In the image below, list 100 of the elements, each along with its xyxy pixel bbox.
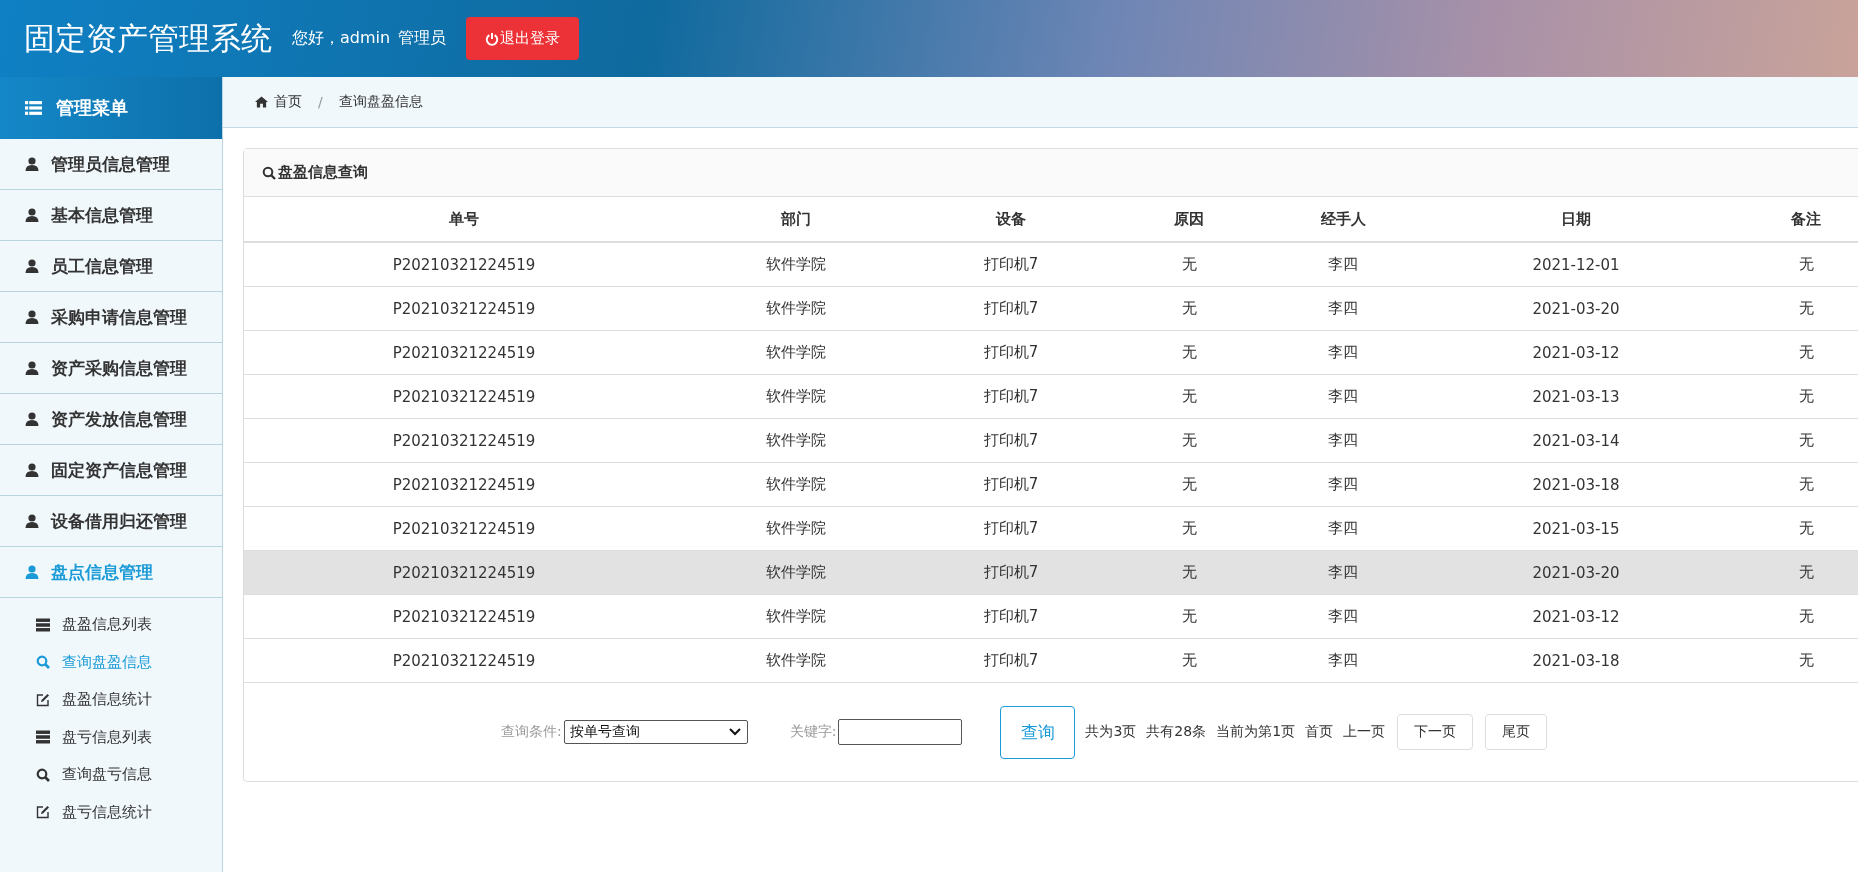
table-cell: 无 [1114, 638, 1264, 683]
table-cell: 无 [1114, 242, 1264, 287]
submenu-item[interactable]: 盘亏信息统计 [0, 793, 222, 831]
next-page-button[interactable]: 下一页 [1397, 714, 1474, 750]
panel-title: 盘盈信息查询 [278, 163, 368, 182]
table-cell: 无 [1114, 506, 1264, 551]
table-cell: 2021-03-14 [1422, 418, 1730, 463]
table-cell: 无 [1114, 418, 1264, 463]
menu-item[interactable]: 设备借用归还管理 [0, 496, 222, 547]
user-icon [25, 514, 39, 528]
keyword-label: 关键字: [789, 723, 837, 741]
table-cell: 无 [1730, 330, 1858, 375]
table-cell: 软件学院 [684, 242, 908, 287]
table-cell: 打印机7 [908, 418, 1114, 463]
user-icon [25, 259, 39, 273]
condition-label: 查询条件: [501, 723, 562, 741]
table-cell: 李四 [1264, 462, 1422, 507]
table-cell: 无 [1730, 550, 1858, 595]
table-cell: 李四 [1264, 418, 1422, 463]
menu-item[interactable]: 管理员信息管理 [0, 139, 222, 190]
table-cell: 软件学院 [684, 286, 908, 331]
keyword-field[interactable] [838, 719, 963, 745]
app-title: 固定资产管理系统 [24, 18, 272, 58]
total-records-text: 共有28条 [1146, 723, 1207, 741]
user-icon [25, 208, 39, 222]
edit-icon [36, 692, 50, 707]
submenu-item[interactable]: 盘亏信息列表 [0, 718, 222, 756]
current-page-text: 当前为第1页 [1216, 723, 1296, 741]
table-cell: 软件学院 [684, 330, 908, 375]
table-cell: 无 [1114, 594, 1264, 639]
table-cell: P20210321224519 [244, 462, 684, 507]
menu-item[interactable]: 基本信息管理 [0, 190, 222, 241]
table-cell: 李四 [1264, 286, 1422, 331]
table-cell: 软件学院 [684, 594, 908, 639]
table-cell: 无 [1730, 242, 1858, 287]
search-icon [262, 165, 276, 180]
role-text: 管理员 [398, 28, 447, 49]
table-cell: 打印机7 [908, 506, 1114, 551]
table-cell: 打印机7 [908, 242, 1114, 287]
table-cell: 李四 [1264, 374, 1422, 419]
power-icon [485, 31, 500, 46]
greeting-text: 您好，admin [292, 28, 391, 49]
table-cell: 打印机7 [908, 374, 1114, 419]
table-cell: 李四 [1264, 506, 1422, 551]
table-cell: 2021-03-12 [1422, 594, 1730, 639]
user-icon [25, 157, 39, 171]
list-icon [36, 730, 50, 745]
menu-item[interactable]: 员工信息管理 [0, 241, 222, 292]
table-cell: P20210321224519 [244, 330, 684, 375]
table-cell: 软件学院 [684, 506, 908, 551]
table-cell: 无 [1730, 638, 1858, 683]
breadcrumb-current: 查询盘盈信息 [338, 93, 423, 111]
menu-item[interactable]: 资产采购信息管理 [0, 343, 222, 394]
prev-page-link[interactable]: 上一页 [1343, 723, 1386, 741]
table-cell: 2021-03-13 [1422, 374, 1730, 419]
table-cell: 无 [1730, 286, 1858, 331]
table-cell: P20210321224519 [244, 418, 684, 463]
table-cell: P20210321224519 [244, 594, 684, 639]
table-cell: 无 [1114, 286, 1264, 331]
table-cell: 2021-03-18 [1422, 462, 1730, 507]
table-cell: 2021-03-12 [1422, 330, 1730, 375]
table-cell: 2021-12-01 [1422, 242, 1730, 287]
table-cell: 无 [1114, 374, 1264, 419]
table-cell: P20210321224519 [244, 638, 684, 683]
table-cell: 无 [1730, 418, 1858, 463]
user-icon [25, 412, 39, 426]
breadcrumb-separator: / [318, 94, 323, 110]
home-icon [255, 96, 268, 108]
table-cell: 打印机7 [908, 462, 1114, 507]
table-cell: 无 [1730, 462, 1858, 507]
menu-item[interactable]: 采购申请信息管理 [0, 292, 222, 343]
submenu-item[interactable]: 盘盈信息列表 [0, 606, 222, 644]
submenu-item[interactable]: 查询盘亏信息 [0, 756, 222, 794]
table-cell: P20210321224519 [244, 550, 684, 595]
user-icon [25, 310, 39, 324]
table-cell: 软件学院 [684, 418, 908, 463]
condition-select[interactable]: 按单号查询 [563, 720, 748, 744]
submenu-item[interactable]: 盘盈信息统计 [0, 681, 222, 719]
table-cell: 软件学院 [684, 638, 908, 683]
total-pages-text: 共为3页 [1085, 723, 1137, 741]
table-cell: 无 [1114, 330, 1264, 375]
list-icon [25, 100, 42, 116]
table-cell: 2021-03-15 [1422, 506, 1730, 551]
last-page-button[interactable]: 尾页 [1485, 714, 1548, 750]
menu-item[interactable]: 固定资产信息管理 [0, 445, 222, 496]
table-cell: P20210321224519 [244, 242, 684, 287]
logout-button[interactable]: 退出登录 [466, 17, 580, 60]
table-cell: 李四 [1264, 638, 1422, 683]
table-cell: 无 [1114, 550, 1264, 595]
user-icon [25, 361, 39, 375]
table-cell: 打印机7 [908, 330, 1114, 375]
table-cell: 李四 [1264, 594, 1422, 639]
table-cell: 打印机7 [908, 286, 1114, 331]
breadcrumb-link[interactable]: 首页 [274, 93, 302, 111]
table-cell: 打印机7 [908, 594, 1114, 639]
edit-icon [36, 805, 50, 820]
search-icon [36, 655, 50, 670]
table-cell: 软件学院 [684, 462, 908, 507]
menu-item[interactable]: 资产发放信息管理 [0, 394, 222, 445]
first-page-link[interactable]: 首页 [1305, 723, 1334, 741]
